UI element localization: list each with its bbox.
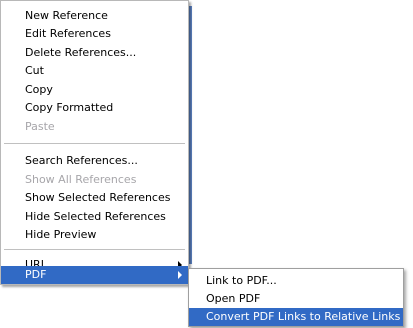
menu-item-show-selected-references[interactable]: Show Selected References [1, 189, 188, 207]
menu-item-new-reference[interactable]: New Reference [1, 7, 188, 25]
background-window [189, 0, 413, 268]
background-window-edge [189, 6, 192, 264]
menu-item-delete-references[interactable]: Delete References... [1, 44, 188, 62]
menu-item-edit-references[interactable]: Edit References [1, 25, 188, 43]
menu-separator [4, 143, 185, 144]
menu-item-paste: Paste [25, 120, 55, 133]
menu-item-open-pdf[interactable]: Open PDF [189, 290, 403, 308]
menu-item-hide-selected-references[interactable]: Hide Selected References [1, 208, 188, 226]
menu-item-search-references[interactable]: Search References... [1, 152, 188, 170]
menu-item-pdf[interactable]: PDF [1, 266, 188, 284]
pdf-submenu: Link to PDF... Open PDF Convert PDF Link… [188, 268, 404, 327]
menu-item-copy-formatted[interactable]: Copy Formatted [1, 99, 188, 117]
menu-item-hide-preview[interactable]: Hide Preview [1, 226, 188, 244]
menu-item-cut[interactable]: Cut [1, 62, 188, 80]
context-menu: New Reference Edit References Delete Ref… [0, 0, 189, 285]
submenu-arrow-icon [178, 271, 182, 279]
menu-item-show-all-references: Show All References [25, 173, 137, 186]
menu-separator [4, 249, 185, 250]
menu-item-convert-pdf-links[interactable]: Convert PDF Links to Relative Links [189, 308, 403, 326]
menu-item-link-to-pdf[interactable]: Link to PDF... [189, 272, 403, 290]
menu-item-pdf-label: PDF [25, 268, 47, 281]
menu-item-copy[interactable]: Copy [1, 81, 188, 99]
